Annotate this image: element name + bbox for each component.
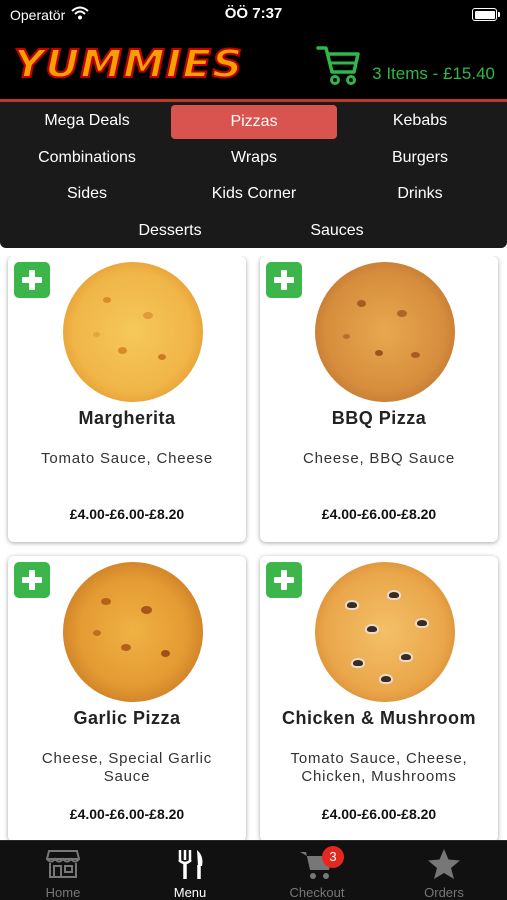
product-description: Cheese, Special Garlic Sauce: [41, 750, 213, 785]
product-name: Chicken & Mushroom: [281, 708, 477, 728]
store-icon: [0, 847, 126, 881]
category-menu: Mega Deals Pizzas Kebabs Combinations Wr…: [0, 102, 507, 248]
header-cart[interactable]: 3 Items - £15.40: [316, 42, 495, 88]
category-burgers[interactable]: Burgers: [337, 141, 503, 175]
product-name: BBQ Pizza: [331, 408, 427, 428]
category-drinks[interactable]: Drinks: [337, 177, 503, 211]
product-card-garlic-pizza[interactable]: Garlic Pizza Cheese, Special Garlic Sauc…: [8, 556, 246, 840]
pizza-image: [63, 262, 203, 402]
add-to-cart-button[interactable]: [14, 562, 50, 598]
cart-icon: [254, 847, 380, 881]
product-grid: Margherita Tomato Sauce, Cheese £4.00-£6…: [0, 256, 507, 840]
status-bar: Operatör ÖÖ 7:37: [0, 0, 507, 30]
add-to-cart-button[interactable]: [266, 262, 302, 298]
tab-home[interactable]: Home: [0, 841, 126, 900]
tab-label: Checkout: [289, 885, 345, 900]
category-desserts[interactable]: Desserts: [87, 214, 253, 248]
shopping-cart-icon[interactable]: [316, 42, 362, 88]
pizza-image: [315, 262, 455, 402]
tab-label: Home: [45, 885, 81, 900]
product-price: £4.00-£6.00-£8.20: [321, 506, 437, 522]
tab-checkout[interactable]: 3 Checkout: [254, 841, 380, 900]
fork-knife-icon: [127, 847, 253, 881]
battery-icon: [472, 8, 500, 21]
brand-logo: YUMMIES: [13, 41, 244, 87]
tab-bar: Home Menu 3 Checkout Orders: [0, 840, 507, 900]
cart-count-badge: 3: [322, 846, 344, 868]
tab-label: Orders: [424, 885, 464, 900]
app-root: Operatör ÖÖ 7:37 YUMMIES 3 Items - £15.4…: [0, 0, 507, 900]
product-card-chicken-mushroom[interactable]: Chicken & Mushroom Tomato Sauce, Cheese,…: [260, 556, 498, 840]
product-card-margherita[interactable]: Margherita Tomato Sauce, Cheese £4.00-£6…: [8, 256, 246, 542]
add-to-cart-button[interactable]: [266, 562, 302, 598]
pizza-image: [63, 562, 203, 702]
category-kebabs[interactable]: Kebabs: [337, 104, 503, 138]
product-description: Cheese, BBQ Sauce: [302, 450, 455, 467]
category-pizzas[interactable]: Pizzas: [171, 105, 337, 139]
product-name: Garlic Pizza: [73, 708, 181, 728]
product-price: £4.00-£6.00-£8.20: [321, 806, 437, 822]
category-wraps[interactable]: Wraps: [171, 141, 337, 175]
product-card-bbq-pizza[interactable]: BBQ Pizza Cheese, BBQ Sauce £4.00-£6.00-…: [260, 256, 498, 542]
category-kids-corner[interactable]: Kids Corner: [171, 177, 337, 211]
tab-orders[interactable]: Orders: [381, 841, 507, 900]
star-icon: [381, 847, 507, 881]
category-sides[interactable]: Sides: [4, 177, 170, 211]
category-sauces[interactable]: Sauces: [254, 214, 420, 248]
category-combinations[interactable]: Combinations: [4, 141, 170, 175]
product-description: Tomato Sauce, Cheese: [41, 450, 213, 467]
category-mega-deals[interactable]: Mega Deals: [4, 104, 170, 138]
app-header: YUMMIES 3 Items - £15.40: [0, 30, 507, 100]
product-price: £4.00-£6.00-£8.20: [69, 506, 185, 522]
status-time: ÖÖ 7:37: [224, 5, 283, 22]
product-description: Tomato Sauce, Cheese, Chicken, Mushrooms: [290, 750, 468, 785]
cart-summary[interactable]: 3 Items - £15.40: [372, 64, 495, 84]
add-to-cart-button[interactable]: [14, 262, 50, 298]
product-price: £4.00-£6.00-£8.20: [69, 806, 185, 822]
tab-label: Menu: [173, 885, 207, 900]
pizza-image: [315, 562, 455, 702]
product-name: Margherita: [78, 408, 176, 428]
tab-menu[interactable]: Menu: [127, 841, 253, 900]
